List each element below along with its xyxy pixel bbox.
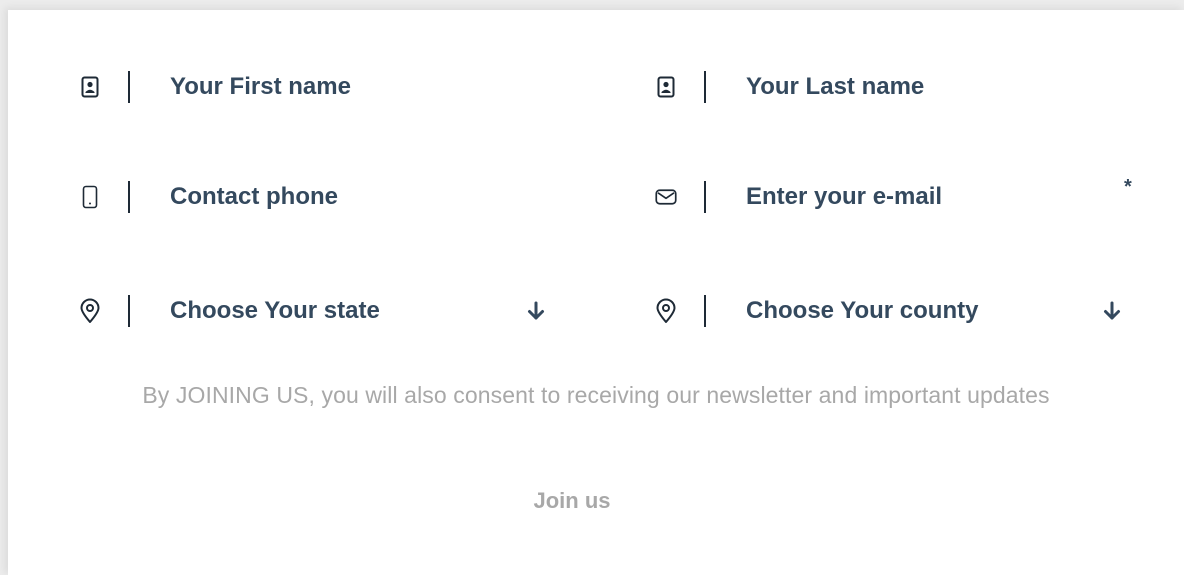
county-select-field[interactable] <box>656 288 1146 334</box>
location-pin-icon <box>655 298 677 323</box>
state-select[interactable] <box>170 288 510 334</box>
arrow-down-icon[interactable] <box>525 300 547 322</box>
field-divider <box>704 71 706 103</box>
first-name-input[interactable] <box>170 64 550 110</box>
envelope-icon <box>655 186 677 208</box>
last-name-field <box>657 64 1146 110</box>
field-divider <box>128 71 130 103</box>
first-name-field <box>81 64 570 110</box>
consent-text: By JOINING US, you will also consent to … <box>142 382 1050 408</box>
join-us-button[interactable]: Join us <box>496 476 648 526</box>
last-name-input[interactable] <box>746 64 1126 110</box>
field-divider <box>128 181 130 213</box>
location-pin-icon <box>79 298 101 323</box>
state-select-field[interactable] <box>80 288 570 334</box>
phone-input[interactable] <box>170 174 550 220</box>
field-divider <box>704 295 706 327</box>
contact-card-icon <box>655 76 677 98</box>
contact-card-icon <box>79 76 101 98</box>
email-input[interactable] <box>746 174 1076 220</box>
email-required-mark: * <box>1124 176 1132 198</box>
phone-field <box>82 174 570 220</box>
phone-icon <box>79 185 101 209</box>
field-divider <box>128 295 130 327</box>
arrow-down-icon[interactable] <box>1101 300 1123 322</box>
email-field <box>655 174 1086 220</box>
field-divider <box>704 181 706 213</box>
county-select[interactable] <box>746 288 1086 334</box>
signup-form-card: * <box>8 10 1184 575</box>
